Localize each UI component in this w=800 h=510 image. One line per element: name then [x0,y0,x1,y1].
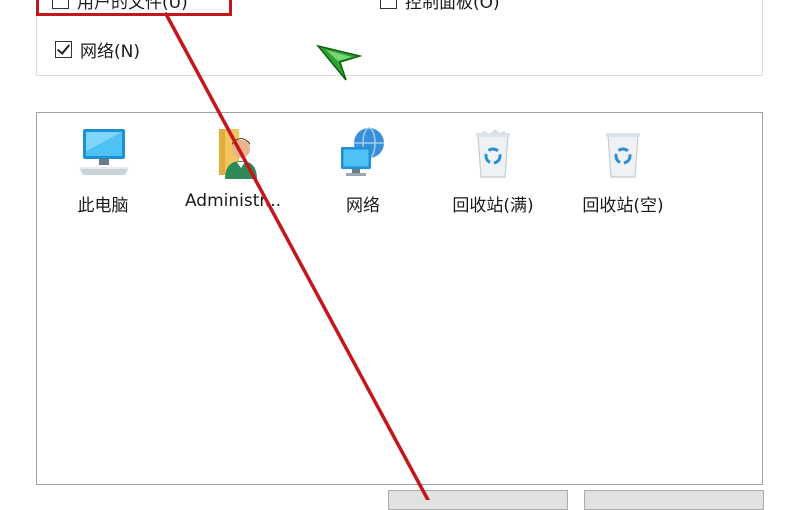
desktop-icon-network[interactable]: 网络 [303,123,423,216]
desktop-icon-this-pc[interactable]: 此电脑 [43,123,163,216]
desktop-icon-administrator[interactable]: Administr... [173,123,293,211]
network-option[interactable]: 网络(N) [55,37,140,62]
icon-label: 回收站(满) [452,196,534,216]
desktop-icon-settings-dialog: 用户的文件(U) 控制面板(O) 网络(N) 此电脑 Administr... … [0,0,800,510]
control-panel-option[interactable]: 控制面板(O) [380,0,500,13]
user-folder-icon [203,123,263,183]
change-icon-button[interactable] [388,490,568,510]
control-panel-label: 控制面板(O) [405,0,500,13]
computer-icon [73,123,133,183]
recycle-bin-empty-icon [593,123,653,183]
icon-label: 回收站(空) [582,196,664,216]
icon-label: Administr... [184,191,282,211]
cursor-icon [316,42,363,86]
desktop-icon-recycle-bin-empty[interactable]: 回收站(空) [563,123,683,216]
network-label: 网络(N) [80,42,140,62]
icon-list-panel[interactable]: 此电脑 Administr... 网络 回收站(满) 回收站(空) [36,112,763,485]
restore-default-button[interactable] [584,490,764,510]
network-checkbox[interactable] [55,41,72,58]
control-panel-checkbox[interactable] [380,0,397,9]
icon-label: 网络 [346,196,380,216]
annotation-highlight-box [36,0,232,16]
network-icon [333,123,393,183]
recycle-bin-full-icon [463,123,523,183]
icon-label: 此电脑 [77,196,129,216]
desktop-icon-recycle-bin-full[interactable]: 回收站(满) [433,123,553,216]
